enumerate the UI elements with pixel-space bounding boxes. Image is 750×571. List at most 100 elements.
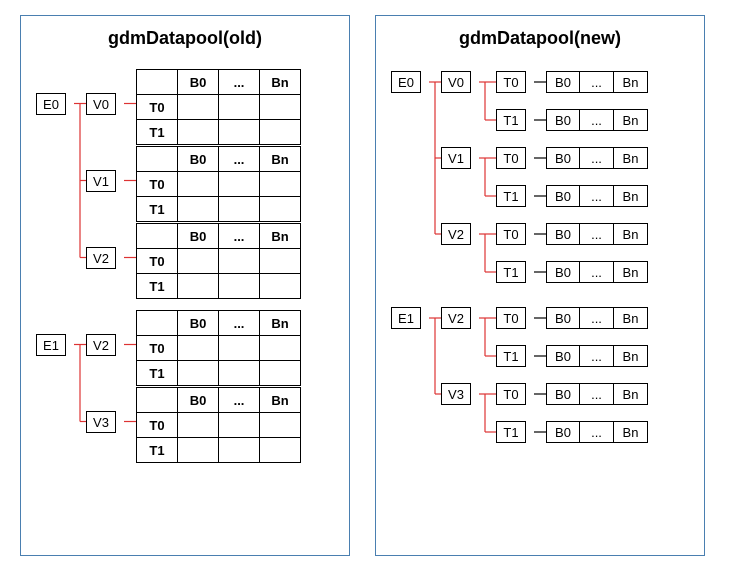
col-header: B0: [178, 311, 219, 336]
b-row: B0...Bn: [546, 109, 648, 131]
col-header: Bn: [260, 388, 301, 413]
data-cell: [260, 172, 301, 197]
panel-old: gdmDatapool(old) B0...BnT0T1V0 B0...BnT0…: [20, 15, 350, 556]
t-node: T1: [496, 109, 526, 131]
b-cell: ...: [580, 261, 614, 283]
row-header: T1: [137, 438, 178, 463]
col-header: ...: [219, 147, 260, 172]
data-cell: [178, 413, 219, 438]
data-cell: [178, 197, 219, 222]
b-row: B0...Bn: [546, 307, 648, 329]
b-cell: ...: [580, 345, 614, 367]
v-node: V2: [441, 223, 471, 245]
v-node: V2: [86, 334, 116, 356]
data-table: B0...Bn T0T1: [136, 69, 301, 145]
t-node: T1: [496, 345, 526, 367]
b-cell: Bn: [614, 307, 648, 329]
b-cell: ...: [580, 383, 614, 405]
col-header: Bn: [260, 224, 301, 249]
b-row: B0...Bn: [546, 223, 648, 245]
data-table: B0...BnT0T1: [136, 310, 301, 386]
row-header: T0: [137, 336, 178, 361]
b-cell: ...: [580, 109, 614, 131]
v-node: V2: [441, 307, 471, 329]
t-node: T1: [496, 185, 526, 207]
data-cell: [178, 172, 219, 197]
col-header: B0: [178, 224, 219, 249]
v-node: V1: [441, 147, 471, 169]
v-node: V2: [86, 247, 116, 269]
b-cell: B0: [546, 261, 580, 283]
data-cell: [260, 336, 301, 361]
b-cell: ...: [580, 71, 614, 93]
b-cell: B0: [546, 109, 580, 131]
data-cell: [219, 249, 260, 274]
data-cell: [178, 95, 219, 120]
t-node: T0: [496, 71, 526, 93]
data-cell: [260, 120, 301, 145]
title-old: gdmDatapool(old): [31, 28, 339, 49]
col-header: B0: [178, 147, 219, 172]
b-cell: ...: [580, 223, 614, 245]
b-cell: Bn: [614, 345, 648, 367]
data-cell: [260, 197, 301, 222]
b-row: B0...Bn: [546, 421, 648, 443]
data-cell: [260, 438, 301, 463]
t-node: T0: [496, 223, 526, 245]
b-cell: B0: [546, 71, 580, 93]
panel-new: gdmDatapool(new) T0B0...BnT1B0...BnV0T0B…: [375, 15, 705, 556]
t-node: T1: [496, 421, 526, 443]
b-cell: B0: [546, 421, 580, 443]
b-cell: B0: [546, 307, 580, 329]
b-cell: ...: [580, 421, 614, 443]
b-cell: ...: [580, 147, 614, 169]
row-header: T1: [137, 361, 178, 386]
data-cell: [219, 361, 260, 386]
col-header: Bn: [260, 311, 301, 336]
b-row: B0...Bn: [546, 345, 648, 367]
row-header: T0: [137, 95, 178, 120]
col-header: B0: [178, 70, 219, 95]
data-cell: [178, 249, 219, 274]
col-header: Bn: [260, 147, 301, 172]
data-cell: [219, 438, 260, 463]
b-cell: Bn: [614, 261, 648, 283]
b-cell: B0: [546, 147, 580, 169]
b-cell: Bn: [614, 223, 648, 245]
e-node: E0: [36, 93, 66, 115]
data-cell: [260, 361, 301, 386]
data-cell: [219, 95, 260, 120]
b-row: B0...Bn: [546, 185, 648, 207]
e-node: E1: [391, 307, 421, 329]
data-cell: [219, 197, 260, 222]
b-row: B0...Bn: [546, 261, 648, 283]
data-cell: [260, 413, 301, 438]
data-cell: [178, 336, 219, 361]
data-cell: [178, 438, 219, 463]
b-cell: Bn: [614, 421, 648, 443]
b-cell: ...: [580, 185, 614, 207]
row-header: T0: [137, 172, 178, 197]
t-node: T0: [496, 147, 526, 169]
row-header: T0: [137, 249, 178, 274]
b-row: B0...Bn: [546, 71, 648, 93]
b-cell: B0: [546, 185, 580, 207]
data-cell: [219, 120, 260, 145]
b-cell: B0: [546, 383, 580, 405]
data-table: B0...BnT0T1: [136, 146, 301, 222]
b-cell: B0: [546, 345, 580, 367]
row-header: T1: [137, 120, 178, 145]
b-cell: B0: [546, 223, 580, 245]
title-new: gdmDatapool(new): [386, 28, 694, 49]
col-header: Bn: [260, 70, 301, 95]
b-row: B0...Bn: [546, 383, 648, 405]
data-cell: [178, 120, 219, 145]
t-node: T0: [496, 307, 526, 329]
v-node: V3: [441, 383, 471, 405]
t-node: T1: [496, 261, 526, 283]
data-cell: [219, 336, 260, 361]
b-cell: Bn: [614, 109, 648, 131]
col-header: ...: [219, 70, 260, 95]
col-header: B0: [178, 388, 219, 413]
v-node: V3: [86, 411, 116, 433]
